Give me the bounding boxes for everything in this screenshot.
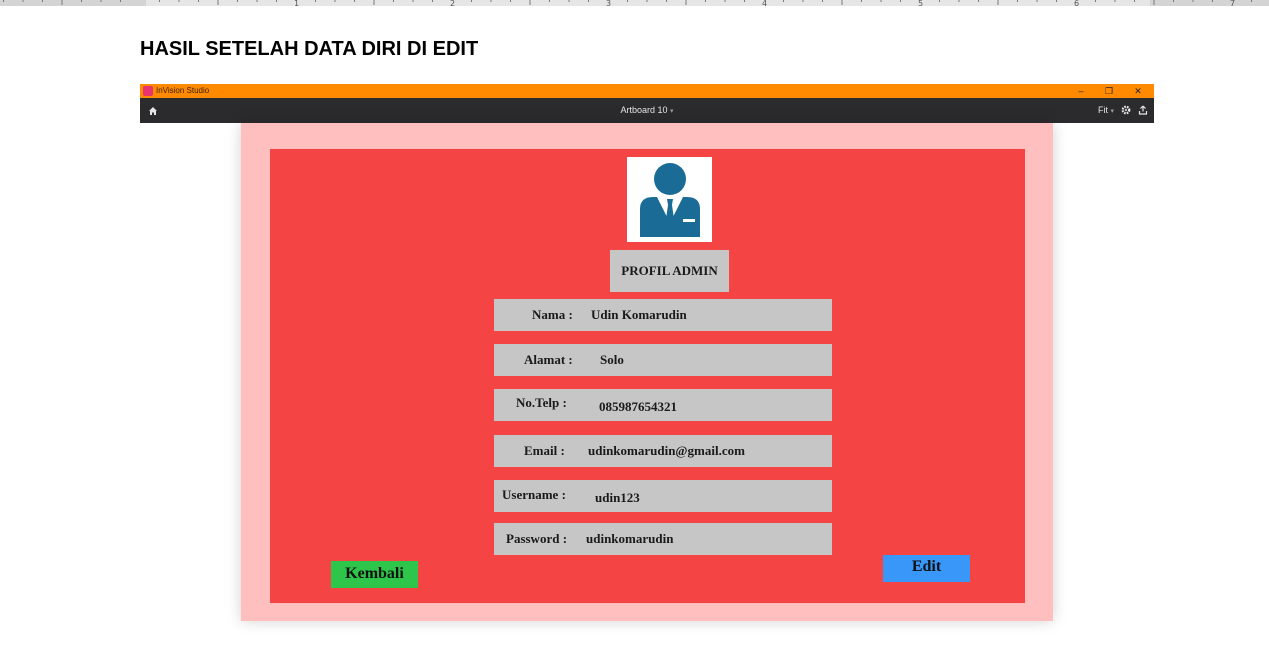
field-label: Username : xyxy=(502,487,566,502)
app-title: InVision Studio xyxy=(156,86,210,95)
gear-icon[interactable] xyxy=(1121,105,1131,115)
ruler-ticks: 1 2 3 4 5 6 7 xyxy=(3,0,1252,8)
field-value: Solo xyxy=(600,352,624,367)
profile-title: PROFIL ADMIN xyxy=(610,250,729,292)
ruler-number: 6 xyxy=(1074,0,1079,8)
ruler-number: 5 xyxy=(918,0,923,8)
ruler-number: 7 xyxy=(1230,0,1235,8)
field-value: 085987654321 xyxy=(599,399,677,414)
chevron-down-icon: ▾ xyxy=(670,108,674,115)
artboard-label: Artboard 10 xyxy=(620,105,668,115)
zoom-label: Fit xyxy=(1097,105,1108,115)
studio-toolbar: Artboard 10 ▾ Fit ▾ xyxy=(140,98,1154,123)
field-value: Udin Komarudin xyxy=(591,307,687,322)
field-email: Email : udinkomarudin@gmail.com xyxy=(494,435,832,467)
document-heading: HASIL SETELAH DATA DIRI DI EDIT xyxy=(140,38,479,60)
ruler-number: 4 xyxy=(762,0,767,8)
field-label: No.Telp : xyxy=(516,395,567,410)
field-value: udin123 xyxy=(595,490,640,505)
field-label: Email : xyxy=(524,443,565,458)
close-button[interactable]: ✕ xyxy=(1127,84,1149,98)
avatar xyxy=(627,157,712,242)
ruler-number: 2 xyxy=(450,0,455,8)
admin-user-icon xyxy=(640,163,700,237)
kembali-button[interactable]: Kembali xyxy=(331,561,418,588)
field-nama: Nama : Udin Komarudin xyxy=(494,299,832,331)
edit-button[interactable]: Edit xyxy=(883,555,970,582)
field-no-telp: No.Telp : 085987654321 xyxy=(494,389,832,421)
invision-logo-icon xyxy=(143,86,153,96)
document-ruler: 1 2 3 4 5 6 7 xyxy=(0,0,1269,14)
zoom-selector[interactable]: Fit ▾ xyxy=(1098,98,1114,124)
field-value: udinkomarudin xyxy=(586,531,674,546)
field-label: Alamat : xyxy=(524,352,573,367)
artboard-selector[interactable]: Artboard 10 ▾ xyxy=(140,98,1154,124)
field-username: Username : udin123 xyxy=(494,480,832,512)
ruler-number: 1 xyxy=(294,0,299,8)
profile-panel: PROFIL ADMIN Nama : Udin Komarudin Alama… xyxy=(270,149,1025,603)
minimize-button[interactable]: – xyxy=(1070,84,1092,98)
field-password: Password : udinkomarudin xyxy=(494,523,832,555)
field-alamat: Alamat : Solo xyxy=(494,344,832,376)
field-label: Nama : xyxy=(532,307,573,322)
ruler-number: 3 xyxy=(606,0,611,8)
restore-button[interactable]: ❐ xyxy=(1098,84,1120,98)
upload-icon[interactable] xyxy=(1138,105,1148,115)
artboard-canvas: PROFIL ADMIN Nama : Udin Komarudin Alama… xyxy=(241,123,1053,621)
window-titlebar: InVision Studio – ❐ ✕ xyxy=(140,84,1154,98)
field-label: Password : xyxy=(506,531,568,546)
field-value: udinkomarudin@gmail.com xyxy=(588,443,745,458)
invision-window: InVision Studio – ❐ ✕ Artboard 10 ▾ Fit … xyxy=(140,84,1154,123)
chevron-down-icon: ▾ xyxy=(1110,108,1114,115)
